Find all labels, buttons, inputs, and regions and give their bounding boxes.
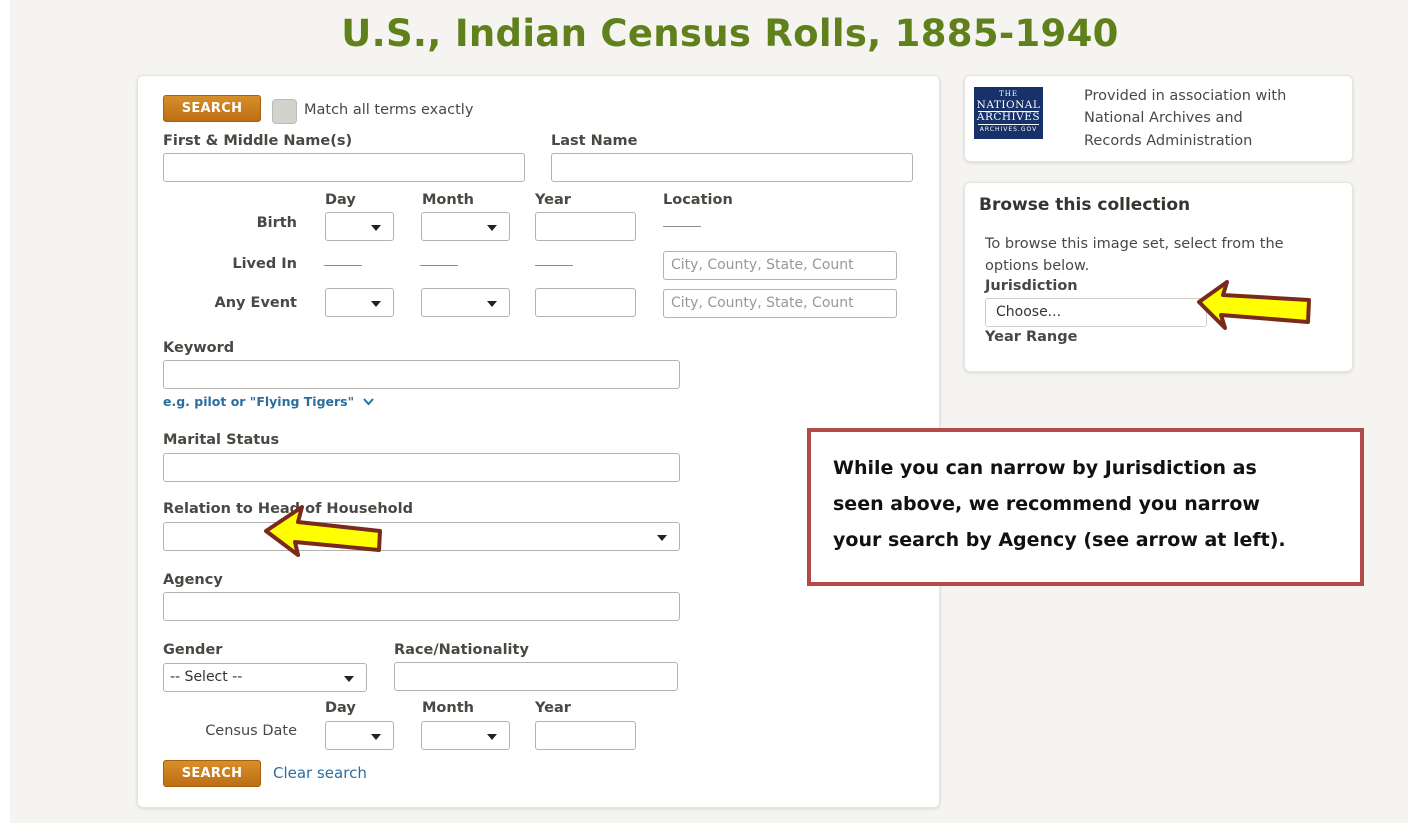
agency-input[interactable] <box>163 592 680 621</box>
location-column-header: Location <box>663 192 733 208</box>
census-date-label: Census Date <box>205 723 297 739</box>
year-column-header: Year <box>535 192 571 208</box>
logo-url-text: ARCHIVES.GOV <box>979 126 1038 133</box>
callout-line3: your search by Agency (see arrow at left… <box>833 529 1286 551</box>
provider-text-line1: Provided in association with <box>1084 88 1287 104</box>
any-event-month-select[interactable] <box>421 288 510 317</box>
chevron-down-icon <box>487 734 497 740</box>
census-year-input[interactable] <box>535 721 636 750</box>
agency-label: Agency <box>163 572 223 588</box>
national-archives-logo: THE NATIONAL ARCHIVES ARCHIVES.GOV <box>974 87 1043 139</box>
browse-heading: Browse this collection <box>979 195 1191 215</box>
provider-text-line2: National Archives and <box>1084 110 1243 126</box>
callout-line1: While you can narrow by Jurisdiction as <box>833 457 1257 479</box>
census-day-header: Day <box>325 700 356 716</box>
lived-in-day-dash <box>324 265 362 266</box>
keyword-label: Keyword <box>163 340 235 356</box>
last-name-input[interactable] <box>551 153 913 182</box>
birth-year-input[interactable] <box>535 212 636 241</box>
chevron-down-icon <box>371 301 381 307</box>
chevron-down-icon <box>362 398 374 406</box>
race-nationality-input[interactable] <box>394 662 678 691</box>
page-title: U.S., Indian Census Rolls, 1885-1940 <box>341 12 1119 55</box>
marital-status-input[interactable] <box>163 453 680 482</box>
callout-line2: seen above, we recommend you narrow <box>833 493 1260 515</box>
census-year-header: Year <box>535 700 571 716</box>
match-exactly-label: Match all terms exactly <box>304 102 474 118</box>
browse-description-line2: options below. <box>985 258 1090 274</box>
census-day-select[interactable] <box>325 721 394 750</box>
birth-location-dash <box>663 226 701 227</box>
keyword-hint-link[interactable]: e.g. pilot or "Flying Tigers" <box>163 393 374 411</box>
chevron-down-icon <box>657 535 667 541</box>
year-range-label: Year Range <box>985 329 1078 345</box>
jurisdiction-select[interactable]: Choose... <box>985 298 1207 327</box>
first-middle-name-label: First & Middle Name(s) <box>163 133 353 149</box>
marital-status-label: Marital Status <box>163 432 280 448</box>
any-event-day-select[interactable] <box>325 288 394 317</box>
birth-month-select[interactable] <box>421 212 510 241</box>
logo-rule <box>978 124 1039 125</box>
callout-text: While you can narrow by Jurisdiction as … <box>833 450 1353 558</box>
keyword-input[interactable] <box>163 360 680 389</box>
gender-select-value: -- Select -- <box>170 669 243 685</box>
lived-in-year-dash <box>535 265 573 266</box>
census-month-header: Month <box>422 700 474 716</box>
logo-national-text: NATIONAL <box>976 99 1041 111</box>
last-name-label: Last Name <box>551 133 638 149</box>
logo-the-text: THE <box>999 90 1018 98</box>
chevron-down-icon <box>487 301 497 307</box>
day-column-header: Day <box>325 192 356 208</box>
birth-label: Birth <box>256 215 297 231</box>
chevron-down-icon <box>344 676 354 682</box>
browse-description-line1: To browse this image set, select from th… <box>985 236 1284 252</box>
clear-search-link[interactable]: Clear search <box>273 764 367 782</box>
chevron-down-icon <box>371 734 381 740</box>
logo-archives-text: ARCHIVES <box>976 111 1041 123</box>
lived-in-month-dash <box>420 265 458 266</box>
month-column-header: Month <box>422 192 474 208</box>
bottom-search-button[interactable]: SEARCH <box>163 760 261 787</box>
first-middle-name-input[interactable] <box>163 153 525 182</box>
jurisdiction-arrow-icon <box>1197 280 1311 330</box>
jurisdiction-label: Jurisdiction <box>985 278 1078 294</box>
any-event-year-input[interactable] <box>535 288 636 317</box>
match-exactly-checkbox[interactable] <box>272 99 297 124</box>
gender-select[interactable]: -- Select -- <box>163 663 367 692</box>
jurisdiction-select-value: Choose... <box>996 304 1062 320</box>
provider-text-line3: Records Administration <box>1084 133 1253 149</box>
lived-in-location-input[interactable]: City, County, State, Count <box>663 251 897 280</box>
keyword-hint-text: e.g. pilot or "Flying Tigers" <box>163 394 355 409</box>
any-event-location-input[interactable]: City, County, State, Count <box>663 289 897 318</box>
search-button[interactable]: SEARCH <box>163 95 261 122</box>
lived-in-label: Lived In <box>232 256 297 272</box>
any-event-label: Any Event <box>214 295 298 311</box>
relation-select[interactable] <box>163 522 680 551</box>
chevron-down-icon <box>371 225 381 231</box>
chevron-down-icon <box>487 225 497 231</box>
annotation-callout: While you can narrow by Jurisdiction as … <box>807 428 1364 586</box>
race-nationality-label: Race/Nationality <box>394 642 529 658</box>
gender-label: Gender <box>163 642 223 658</box>
census-month-select[interactable] <box>421 721 510 750</box>
birth-day-select[interactable] <box>325 212 394 241</box>
relation-arrow-icon <box>264 505 382 557</box>
